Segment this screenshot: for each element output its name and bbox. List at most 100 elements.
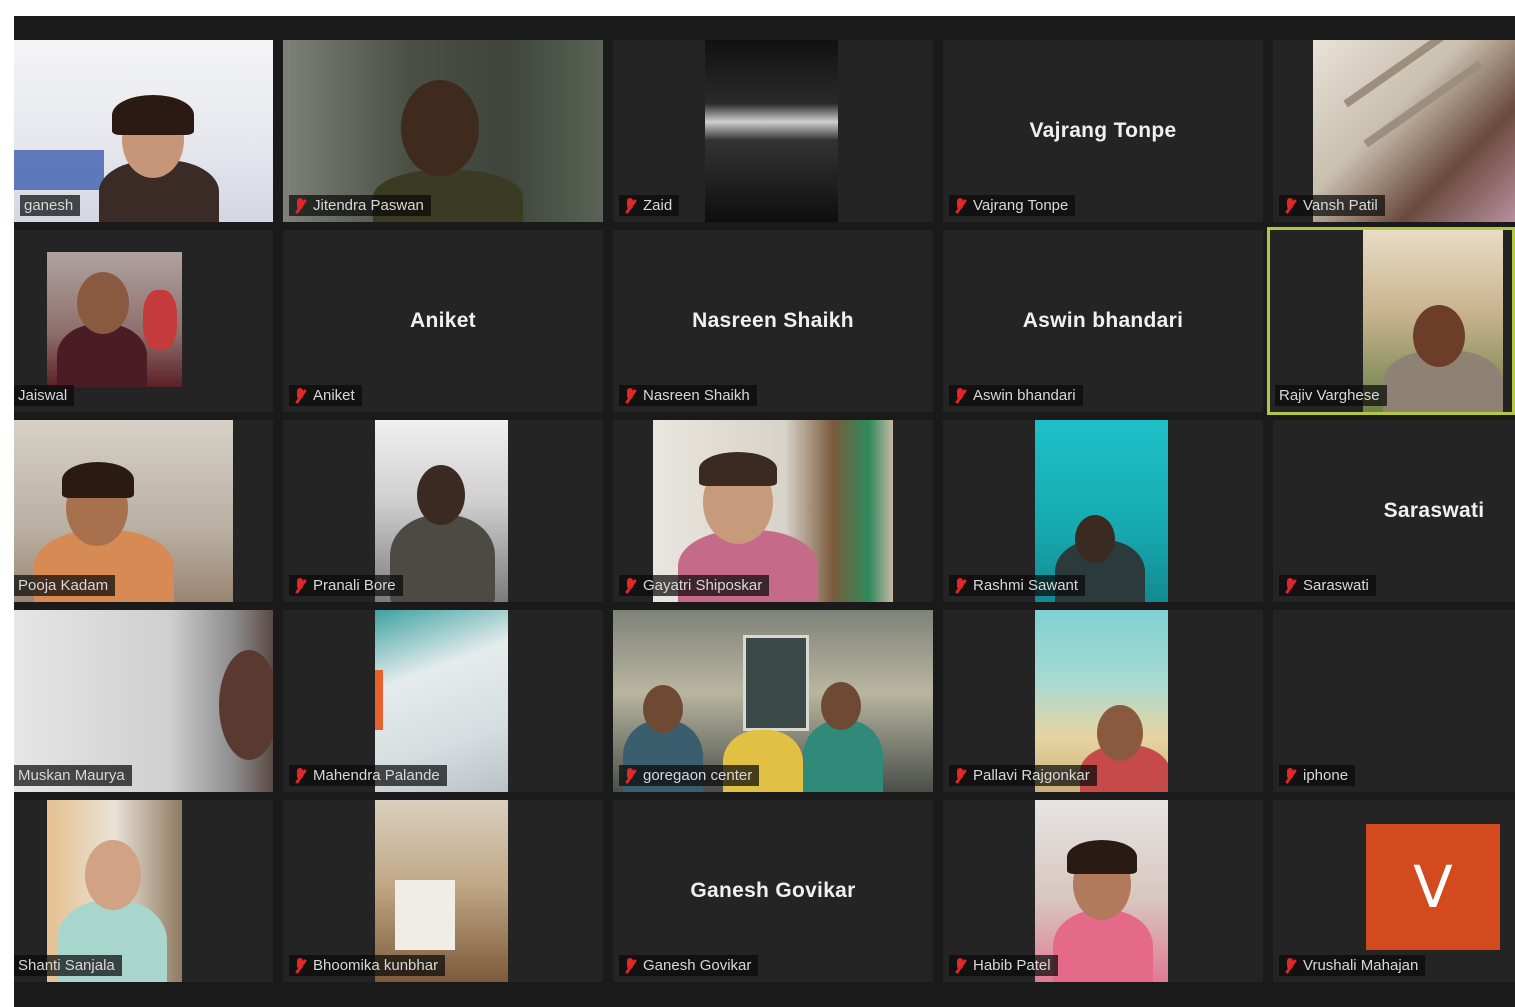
participant-display-name: Aniket xyxy=(410,309,476,332)
participant-name-label: Bhoomika kunbhar xyxy=(289,955,446,976)
participant-name: ganesh xyxy=(24,197,74,214)
mic-muted-icon xyxy=(1283,767,1297,784)
participant-name: Jitendra Paswan xyxy=(313,197,424,214)
participant-tile[interactable]: Mahendra Palande xyxy=(283,610,603,792)
participant-name: Muskan Maurya xyxy=(18,767,125,784)
participant-tile[interactable]: Zaid xyxy=(613,40,933,222)
participant-name-label: Pranali Bore xyxy=(289,575,403,596)
participant-name: Ganesh Govikar xyxy=(643,957,752,974)
mic-muted-icon xyxy=(293,957,307,974)
participant-tile[interactable]: ganesh xyxy=(14,40,273,222)
participant-name: Aniket xyxy=(313,387,355,404)
participant-name-label: Nasreen Shaikh xyxy=(619,385,757,406)
participant-tile[interactable]: Vansh Patil xyxy=(1273,40,1515,222)
participant-name: iphone xyxy=(1303,767,1349,784)
participant-name-label: Rashmi Sawant xyxy=(949,575,1086,596)
mic-muted-icon xyxy=(623,957,637,974)
mic-muted-icon xyxy=(293,387,307,404)
participant-name: Vansh Patil xyxy=(1303,197,1378,214)
mic-muted-icon xyxy=(1283,577,1297,594)
mic-muted-icon xyxy=(953,767,967,784)
mic-muted-icon xyxy=(953,197,967,214)
participant-name-label: Habib Patel xyxy=(949,955,1058,976)
participant-name-label: Mahendra Palande xyxy=(289,765,447,786)
participant-name: Vajrang Tonpe xyxy=(973,197,1069,214)
participant-name-label: Rajiv Varghese xyxy=(1275,385,1387,406)
participant-name-label: iphone xyxy=(1279,765,1356,786)
participant-name: Rajiv Varghese xyxy=(1279,387,1380,404)
participant-tile[interactable]: Vajrang Tonpe Vajrang Tonpe xyxy=(943,40,1263,222)
participant-name: Nasreen Shaikh xyxy=(643,387,750,404)
mic-muted-icon xyxy=(953,577,967,594)
participant-name: goregaon center xyxy=(643,767,753,784)
mic-muted-icon xyxy=(623,387,637,404)
participant-name: Gayatri Shiposkar xyxy=(643,577,763,594)
participant-tile[interactable]: iphone xyxy=(1273,610,1515,792)
mic-muted-icon xyxy=(293,767,307,784)
participant-name-label: Vajrang Tonpe xyxy=(949,195,1076,216)
participant-tile[interactable]: Pooja Kadam xyxy=(14,420,273,602)
mic-muted-icon xyxy=(293,197,307,214)
participant-name-label: Pallavi Rajgonkar xyxy=(949,765,1097,786)
participant-name-label: Ganesh Govikar xyxy=(619,955,759,976)
gallery-view: ganesh Jitendra Paswan Zaid Vajrang Tonp… xyxy=(14,16,1515,1007)
participant-name-label: Saraswati xyxy=(1279,575,1376,596)
participant-name: Rashmi Sawant xyxy=(973,577,1079,594)
participant-tile[interactable]: Pallavi Rajgonkar xyxy=(943,610,1263,792)
participant-tile[interactable]: Gayatri Shiposkar xyxy=(613,420,933,602)
participant-display-name: Vajrang Tonpe xyxy=(1029,119,1177,142)
participant-name: Habib Patel xyxy=(973,957,1051,974)
participant-tile[interactable]: V Vrushali Mahajan xyxy=(1273,800,1515,982)
participant-tile[interactable]: Bhoomika kunbhar xyxy=(283,800,603,982)
mic-muted-icon xyxy=(1283,957,1297,974)
participant-name: Aswin bhandari xyxy=(973,387,1076,404)
participant-name-label: Pooja Kadam xyxy=(14,575,116,596)
participant-name-label: Vrushali Mahajan xyxy=(1279,955,1426,976)
participant-tile[interactable]: Saraswati Saraswati xyxy=(1273,420,1515,602)
mic-muted-icon xyxy=(1283,197,1297,214)
mic-muted-icon xyxy=(953,957,967,974)
participant-tile[interactable]: Jaiswal xyxy=(14,230,273,412)
mic-muted-icon xyxy=(623,197,637,214)
participant-name: Vrushali Mahajan xyxy=(1303,957,1419,974)
participant-tile[interactable]: Nasreen Shaikh Nasreen Shaikh xyxy=(613,230,933,412)
participant-display-name: Ganesh Govikar xyxy=(690,879,856,902)
participant-tile[interactable]: Jitendra Paswan xyxy=(283,40,603,222)
participant-tile[interactable]: goregaon center xyxy=(613,610,933,792)
avatar: V xyxy=(1366,824,1500,950)
participant-name: Mahendra Palande xyxy=(313,767,440,784)
participant-display-name: Saraswati xyxy=(1383,499,1485,522)
participant-name-label: Jaiswal xyxy=(14,385,75,406)
participant-name-label: Muskan Maurya xyxy=(14,765,132,786)
participant-tile[interactable]: Pranali Bore xyxy=(283,420,603,602)
participant-name-label: Vansh Patil xyxy=(1279,195,1385,216)
participant-name-label: Jitendra Paswan xyxy=(289,195,431,216)
participant-display-name: Aswin bhandari xyxy=(1022,309,1184,332)
participant-name-label: Zaid xyxy=(619,195,680,216)
participant-name: Saraswati xyxy=(1303,577,1369,594)
participant-tile-active-speaker[interactable]: Rajiv Varghese xyxy=(1267,227,1515,415)
participant-tile[interactable]: Habib Patel xyxy=(943,800,1263,982)
participant-name: Pranali Bore xyxy=(313,577,396,594)
participant-name-label: Gayatri Shiposkar xyxy=(619,575,770,596)
participant-name: Shanti Sanjala xyxy=(18,957,115,974)
mic-muted-icon xyxy=(953,387,967,404)
participant-name: Jaiswal xyxy=(18,387,68,404)
participant-tile[interactable]: Muskan Maurya xyxy=(14,610,273,792)
participant-video xyxy=(47,252,182,387)
mic-muted-icon xyxy=(293,577,307,594)
participant-tile[interactable]: Shanti Sanjala xyxy=(14,800,273,982)
participant-tile[interactable]: Aniket Aniket xyxy=(283,230,603,412)
participant-display-name: Nasreen Shaikh xyxy=(692,309,854,332)
participant-tile[interactable]: Aswin bhandari Aswin bhandari xyxy=(943,230,1263,412)
participant-tile[interactable]: Rashmi Sawant xyxy=(943,420,1263,602)
participant-tile[interactable]: Ganesh Govikar Ganesh Govikar xyxy=(613,800,933,982)
participant-name: Zaid xyxy=(643,197,673,214)
mic-muted-icon xyxy=(623,577,637,594)
participant-name-label: Aswin bhandari xyxy=(949,385,1083,406)
participant-video xyxy=(705,40,838,222)
participant-name: Pallavi Rajgonkar xyxy=(973,767,1090,784)
participant-name: Bhoomika kunbhar xyxy=(313,957,439,974)
participant-name-label: Shanti Sanjala xyxy=(14,955,122,976)
participant-name-label: Aniket xyxy=(289,385,362,406)
